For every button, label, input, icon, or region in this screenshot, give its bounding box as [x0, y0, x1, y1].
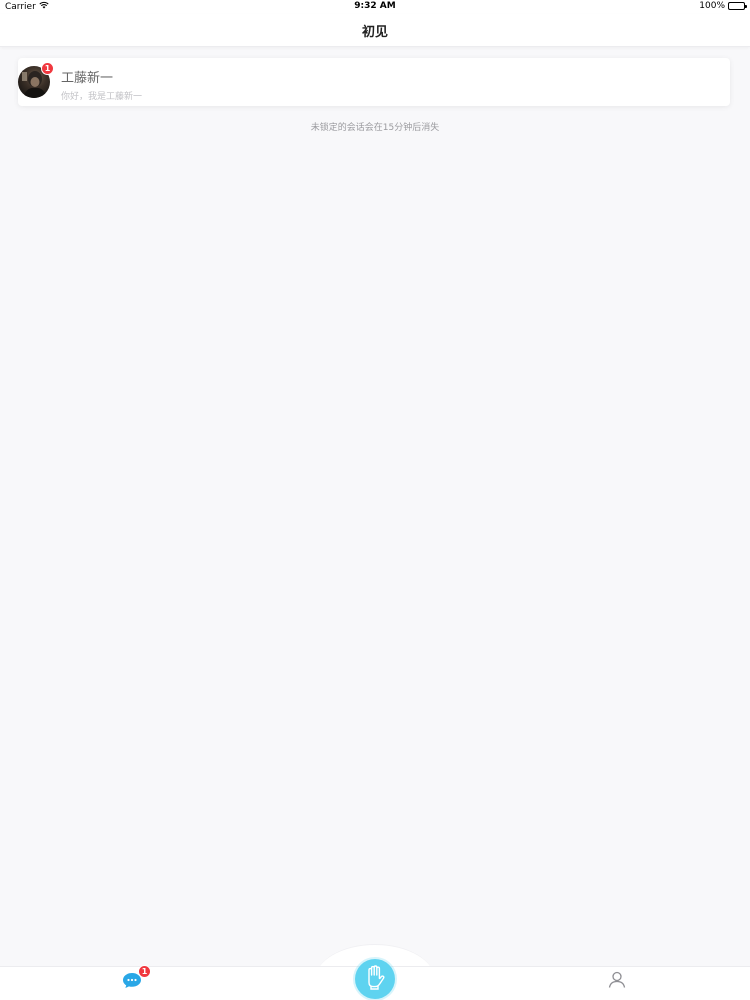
conversation-item[interactable]: 1 工藤新一 你好，我是工藤新一 — [18, 58, 730, 106]
messages-badge: 1 — [138, 965, 151, 978]
user-profile-icon — [608, 971, 626, 992]
tab-messages[interactable]: 1 — [120, 965, 151, 992]
tab-center-action[interactable] — [355, 959, 395, 999]
avatar-container: 1 — [18, 62, 54, 98]
status-right: 100% — [699, 1, 747, 11]
navigation-bar: 初见 — [0, 14, 750, 47]
page-title: 初见 — [361, 24, 388, 40]
expiry-notice: 未锁定的会话会在15分钟后消失 — [310, 123, 440, 133]
app-screen: Carrier 9:32 AM 100% 初见 1 工藤新一 你好，我是工藤新一… — [0, 0, 750, 1000]
battery-percent: 100% — [699, 1, 725, 11]
conversation-preview: 你好，我是工藤新一 — [61, 92, 143, 102]
raised-hand-icon — [363, 964, 387, 994]
conversation-name: 工藤新一 — [61, 71, 114, 86]
status-bar: Carrier 9:32 AM 100% — [0, 0, 750, 14]
status-time: 9:32 AM — [354, 1, 396, 11]
tab-profile[interactable] — [606, 971, 628, 991]
tab-bar: 1 — [0, 959, 750, 1000]
unread-badge: 1 — [41, 62, 54, 75]
battery-icon — [728, 2, 747, 10]
